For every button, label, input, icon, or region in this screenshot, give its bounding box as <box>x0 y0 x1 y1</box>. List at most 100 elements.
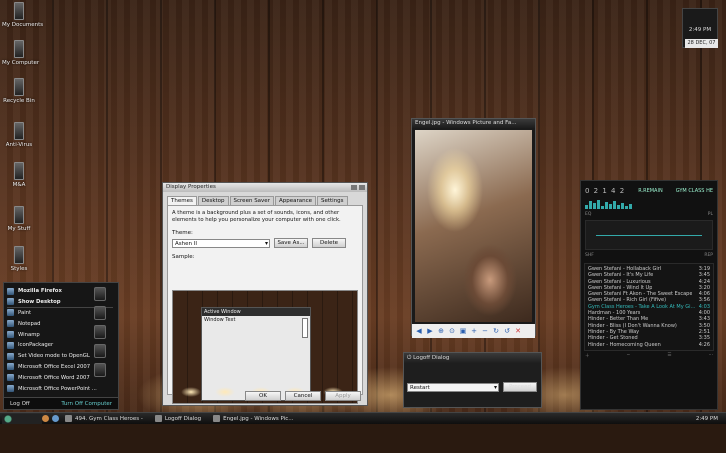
desktop-icon-recycle-bin[interactable]: Recycle Bin <box>2 78 36 104</box>
delete-button[interactable]: Delete <box>312 238 346 248</box>
folder-icon <box>14 246 24 264</box>
repeat-toggle[interactable]: REP <box>704 253 713 258</box>
program-icon <box>7 385 14 393</box>
display-properties-window: Display Properties Themes Desktop Screen… <box>162 182 368 406</box>
winamp-shortcut-icon[interactable] <box>94 325 106 339</box>
sample-window-text: Window Text <box>204 317 236 323</box>
sample-scrollbar <box>302 318 308 338</box>
desktop-icon-styles[interactable]: Styles <box>2 246 36 272</box>
quick-launch <box>42 415 59 422</box>
antivirus-icon <box>14 122 24 140</box>
program-icon <box>7 320 14 328</box>
playlist-remove-button[interactable]: − <box>627 353 631 359</box>
computer-icon <box>14 40 24 58</box>
taskbar: 494. Gym Class Heroes - Logoff Dialog En… <box>0 412 726 424</box>
zoom-out-icon[interactable]: − <box>481 327 489 335</box>
start-menu-item-label: Winamp <box>18 331 40 338</box>
desktop-icon-my-computer[interactable]: My Computer <box>2 40 39 66</box>
close-icon[interactable] <box>359 185 365 190</box>
folder-icon <box>14 162 24 180</box>
firefox-shortcut-icon[interactable] <box>94 287 106 301</box>
tab-desktop[interactable]: Desktop <box>197 196 229 205</box>
minimize-icon[interactable] <box>351 185 357 190</box>
clock-widget: 2:49 PM 28 DEC, 07 <box>682 8 718 48</box>
next-icon[interactable]: ▶ <box>426 327 434 335</box>
zoom-in-icon[interactable]: + <box>470 327 478 335</box>
equalizer-panel[interactable] <box>585 220 713 250</box>
track-time-display: 0 2 1 4 2 <box>585 187 626 195</box>
logoff-dialog-titlebar[interactable]: ⏻ Logoff Dialog <box>404 353 541 364</box>
apply-button[interactable]: Apply <box>325 391 361 401</box>
desktop-icon-antivirus[interactable]: Anti-Virus <box>2 122 36 148</box>
folder-icon <box>14 206 24 224</box>
paint-shortcut-icon[interactable] <box>94 306 106 320</box>
program-icon <box>7 374 14 382</box>
themes-description: A theme is a background plus a set of so… <box>172 210 341 223</box>
start-menu-item-label: Show Desktop <box>18 298 61 305</box>
media-player-window: 0 2 1 4 2 R.REMAIN GYM CLASS HE EQ PL SH… <box>580 180 718 410</box>
now-playing-label: GYM CLASS HE <box>675 188 713 194</box>
playlist-add-button[interactable]: ＋ <box>585 353 590 359</box>
desktop-icon-ma[interactable]: M&A <box>2 162 36 188</box>
playlist-select-button[interactable]: ☰ <box>667 353 671 359</box>
firefox-icon[interactable] <box>42 415 49 422</box>
program-icon <box>7 331 14 339</box>
start-menu-item-label: Notepad <box>18 320 41 327</box>
playlist: Gwen Stefani - Hollaback Girl 3:19 Gwen St… <box>584 263 714 351</box>
taskbar-task-logoff-dialog[interactable]: Logoff Dialog <box>154 415 201 422</box>
sample-window-title: Active Window <box>202 308 310 316</box>
winamp-icon <box>65 415 72 422</box>
remain-label: R.REMAIN <box>638 188 663 194</box>
tab-appearance[interactable]: Appearance <box>274 196 316 205</box>
proceed-button[interactable]: Proceed <box>503 382 537 392</box>
playlist-toggle[interactable]: PL <box>708 212 713 217</box>
tab-settings[interactable]: Settings <box>316 196 348 205</box>
explorer-icon[interactable] <box>52 415 59 422</box>
actual-size-icon[interactable]: ⊙ <box>448 327 456 335</box>
turn-off-button[interactable]: Turn Off Computer <box>61 401 112 407</box>
start-menu-shortcuts <box>94 287 112 382</box>
start-menu-item-label: IconPackager <box>18 342 54 349</box>
shuffle-toggle[interactable]: SHF <box>585 253 594 258</box>
taskbar-clock: 2:49 PM <box>695 415 718 422</box>
playlist-item-title: Hinder - Homecoming Queen <box>588 341 661 348</box>
start-menu-item-label: Mozilla Firefox <box>18 288 62 295</box>
start-menu-item-label: Paint <box>18 309 32 316</box>
slideshow-icon[interactable]: ▣ <box>459 327 467 335</box>
start-menu-item-label: Microsoft Office PowerPoint ... <box>18 385 97 392</box>
save-as-button[interactable]: Save As... <box>274 238 308 248</box>
picture-viewer-window: Engel.jpg - Windows Picture and Fa... ◀ … <box>411 118 536 338</box>
start-button[interactable] <box>2 413 42 424</box>
logoff-option-select[interactable]: Restart <box>407 382 499 392</box>
desktop-icon-my-documents[interactable]: My Documents <box>2 2 43 28</box>
theme-sample-preview: Active Window Window Text <box>172 290 358 404</box>
ok-button[interactable]: OK <box>245 391 281 401</box>
documents-icon <box>14 2 24 20</box>
playlist-item[interactable]: Hinder - Homecoming Queen 4:26 <box>586 342 712 348</box>
previous-icon[interactable]: ◀ <box>415 327 423 335</box>
sample-light <box>181 387 201 397</box>
rotate-cw-icon[interactable]: ↻ <box>492 327 500 335</box>
start-menu: Mozilla Firefox Show Desktop Paint Notepad W… <box>3 282 119 410</box>
user-shortcut-icon[interactable] <box>94 363 106 377</box>
start-menu-item[interactable]: Microsoft Office PowerPoint ... <box>7 383 113 394</box>
binoculars-shortcut-icon[interactable] <box>94 344 106 358</box>
cancel-button[interactable]: Cancel <box>285 391 321 401</box>
delete-icon[interactable]: ✕ <box>514 327 522 335</box>
program-icon <box>7 341 14 349</box>
eq-toggle[interactable]: EQ <box>585 212 591 217</box>
picture-viewer-titlebar[interactable]: Engel.jpg - Windows Picture and Fa... <box>412 119 535 128</box>
taskbar-task-picture-viewer[interactable]: Engel.jpg - Windows Pic... <box>213 415 294 422</box>
tab-themes[interactable]: Themes <box>167 196 197 205</box>
sample-light <box>215 387 235 397</box>
tab-screen-saver[interactable]: Screen Saver <box>229 196 274 205</box>
desktop-floor <box>0 424 726 453</box>
display-properties-titlebar[interactable]: Display Properties <box>163 183 367 192</box>
taskbar-task-winamp[interactable]: 494. Gym Class Heroes - <box>65 415 143 422</box>
log-off-button[interactable]: Log Off <box>10 401 30 407</box>
theme-select[interactable]: Ashen II <box>172 238 270 248</box>
best-fit-icon[interactable]: ⊕ <box>437 327 445 335</box>
rotate-ccw-icon[interactable]: ↺ <box>503 327 511 335</box>
playlist-misc-button[interactable]: ⋯ <box>708 353 713 359</box>
desktop-icon-my-stuff[interactable]: My Stuff <box>2 206 36 232</box>
